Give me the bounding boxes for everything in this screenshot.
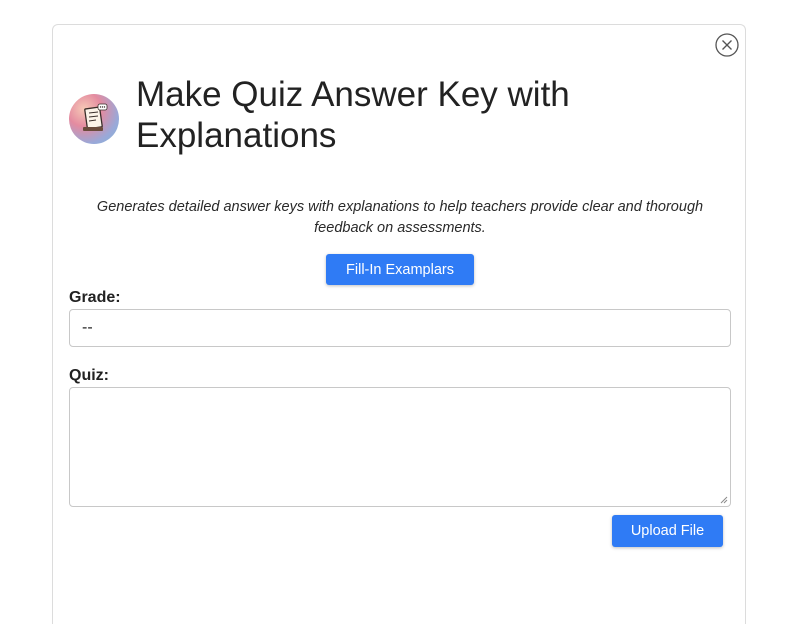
close-circle-icon xyxy=(715,33,739,57)
resize-grip-icon[interactable] xyxy=(720,496,728,504)
quiz-textarea[interactable] xyxy=(69,387,731,507)
grade-label: Grade: xyxy=(69,289,121,306)
quiz-label: Quiz: xyxy=(69,367,109,384)
page-title: Make Quiz Answer Key with Explanations xyxy=(136,75,570,155)
tool-dialog: Make Quiz Answer Key with Explanations G… xyxy=(52,24,746,624)
close-button[interactable] xyxy=(715,33,739,57)
fill-in-examplars-button[interactable]: Fill-In Examplars xyxy=(326,254,474,285)
grade-select[interactable]: -- xyxy=(69,309,731,347)
upload-file-button[interactable]: Upload File xyxy=(612,515,723,547)
quiz-document-icon xyxy=(83,103,108,131)
tool-description: Generates detailed answer keys with expl… xyxy=(96,199,704,236)
tool-avatar xyxy=(69,94,119,144)
